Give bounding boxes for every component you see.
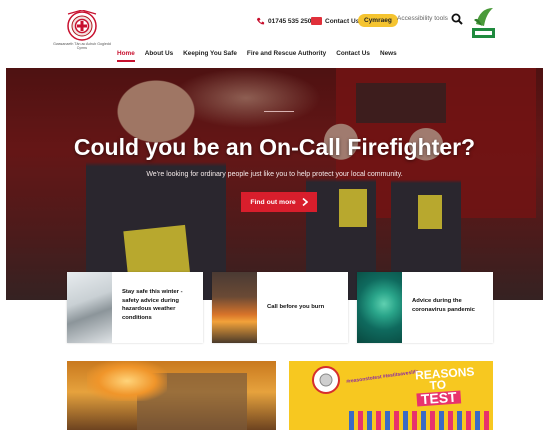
site-header: Gwasanaeth Tân ac Achub Gogledd Cymru 01…	[0, 0, 549, 68]
alarm-badge-icon	[312, 366, 340, 394]
flames-image	[87, 361, 167, 401]
test-word: TEST	[416, 389, 462, 407]
reasons-to-test-heading: REASONS TO TEST	[415, 364, 475, 407]
hero-subtitle: We're looking for ordinary people just l…	[146, 171, 403, 178]
nav-item-about-us[interactable]: About Us	[145, 50, 173, 62]
language-toggle-button[interactable]: Cymraeg	[358, 14, 398, 27]
find-out-more-button[interactable]: Find out more	[241, 192, 317, 212]
card-image-snow-road	[67, 272, 112, 343]
promo-reasons-to-test[interactable]: #reasonstotest #testitsaveslife REASONS …	[289, 361, 493, 430]
card-text: Call before you burn	[267, 304, 325, 310]
card-image-field-fire	[212, 272, 257, 343]
search-icon[interactable]	[451, 13, 463, 25]
card-winter-safety[interactable]: Stay safe this winter - safety advice du…	[67, 272, 203, 343]
contact-us-link[interactable]: Contact Us	[311, 14, 359, 28]
promo-burning-building[interactable]	[67, 361, 276, 430]
hero-dark-overlay	[6, 68, 543, 300]
card-text: Advice during the coronavirus pandemic	[412, 298, 475, 313]
nav-item-home[interactable]: Home	[117, 50, 135, 62]
card-call-before-you-burn[interactable]: Call before you burn	[212, 272, 348, 343]
promo-hashtag: #reasonstotest #testitsaveslife	[345, 368, 419, 386]
mail-icon	[311, 17, 322, 25]
feature-cards: Stay safe this winter - safety advice du…	[0, 272, 549, 344]
find-out-more-label: Find out more	[250, 198, 296, 206]
hero-title: Could you be an On-Call Firefighter?	[73, 134, 476, 160]
main-nav: Home About Us Keeping You Safe Fire and …	[117, 50, 407, 62]
contact-us-label: Contact Us	[325, 17, 360, 25]
phone-number: 01745 535 250	[268, 17, 312, 25]
nav-item-contact-us[interactable]: Contact Us	[336, 50, 370, 62]
people-figures-illustration	[349, 411, 489, 430]
hero-banner: Could you be an On-Call Firefighter? We'…	[6, 68, 543, 300]
card-image-virus	[357, 272, 402, 343]
nav-item-news[interactable]: News	[380, 50, 397, 62]
nav-item-keeping-you-safe[interactable]: Keeping You Safe	[183, 50, 237, 62]
nav-item-fire-rescue-authority[interactable]: Fire and Rescue Authority	[247, 50, 326, 62]
chevron-right-icon	[302, 198, 308, 206]
phone-link[interactable]: 01745 535 250	[256, 14, 311, 28]
card-coronavirus-advice[interactable]: Advice during the coronavirus pandemic	[357, 272, 493, 343]
environment-award-logo	[472, 8, 495, 38]
card-text: Stay safe this winter - safety advice du…	[122, 289, 183, 321]
crest-caption: Gwasanaeth Tân ac Achub Gogledd Cymru	[53, 42, 111, 50]
accessibility-tools-link[interactable]: Accessibility tools	[397, 15, 448, 22]
phone-icon	[256, 17, 265, 24]
hero-divider	[264, 111, 294, 112]
